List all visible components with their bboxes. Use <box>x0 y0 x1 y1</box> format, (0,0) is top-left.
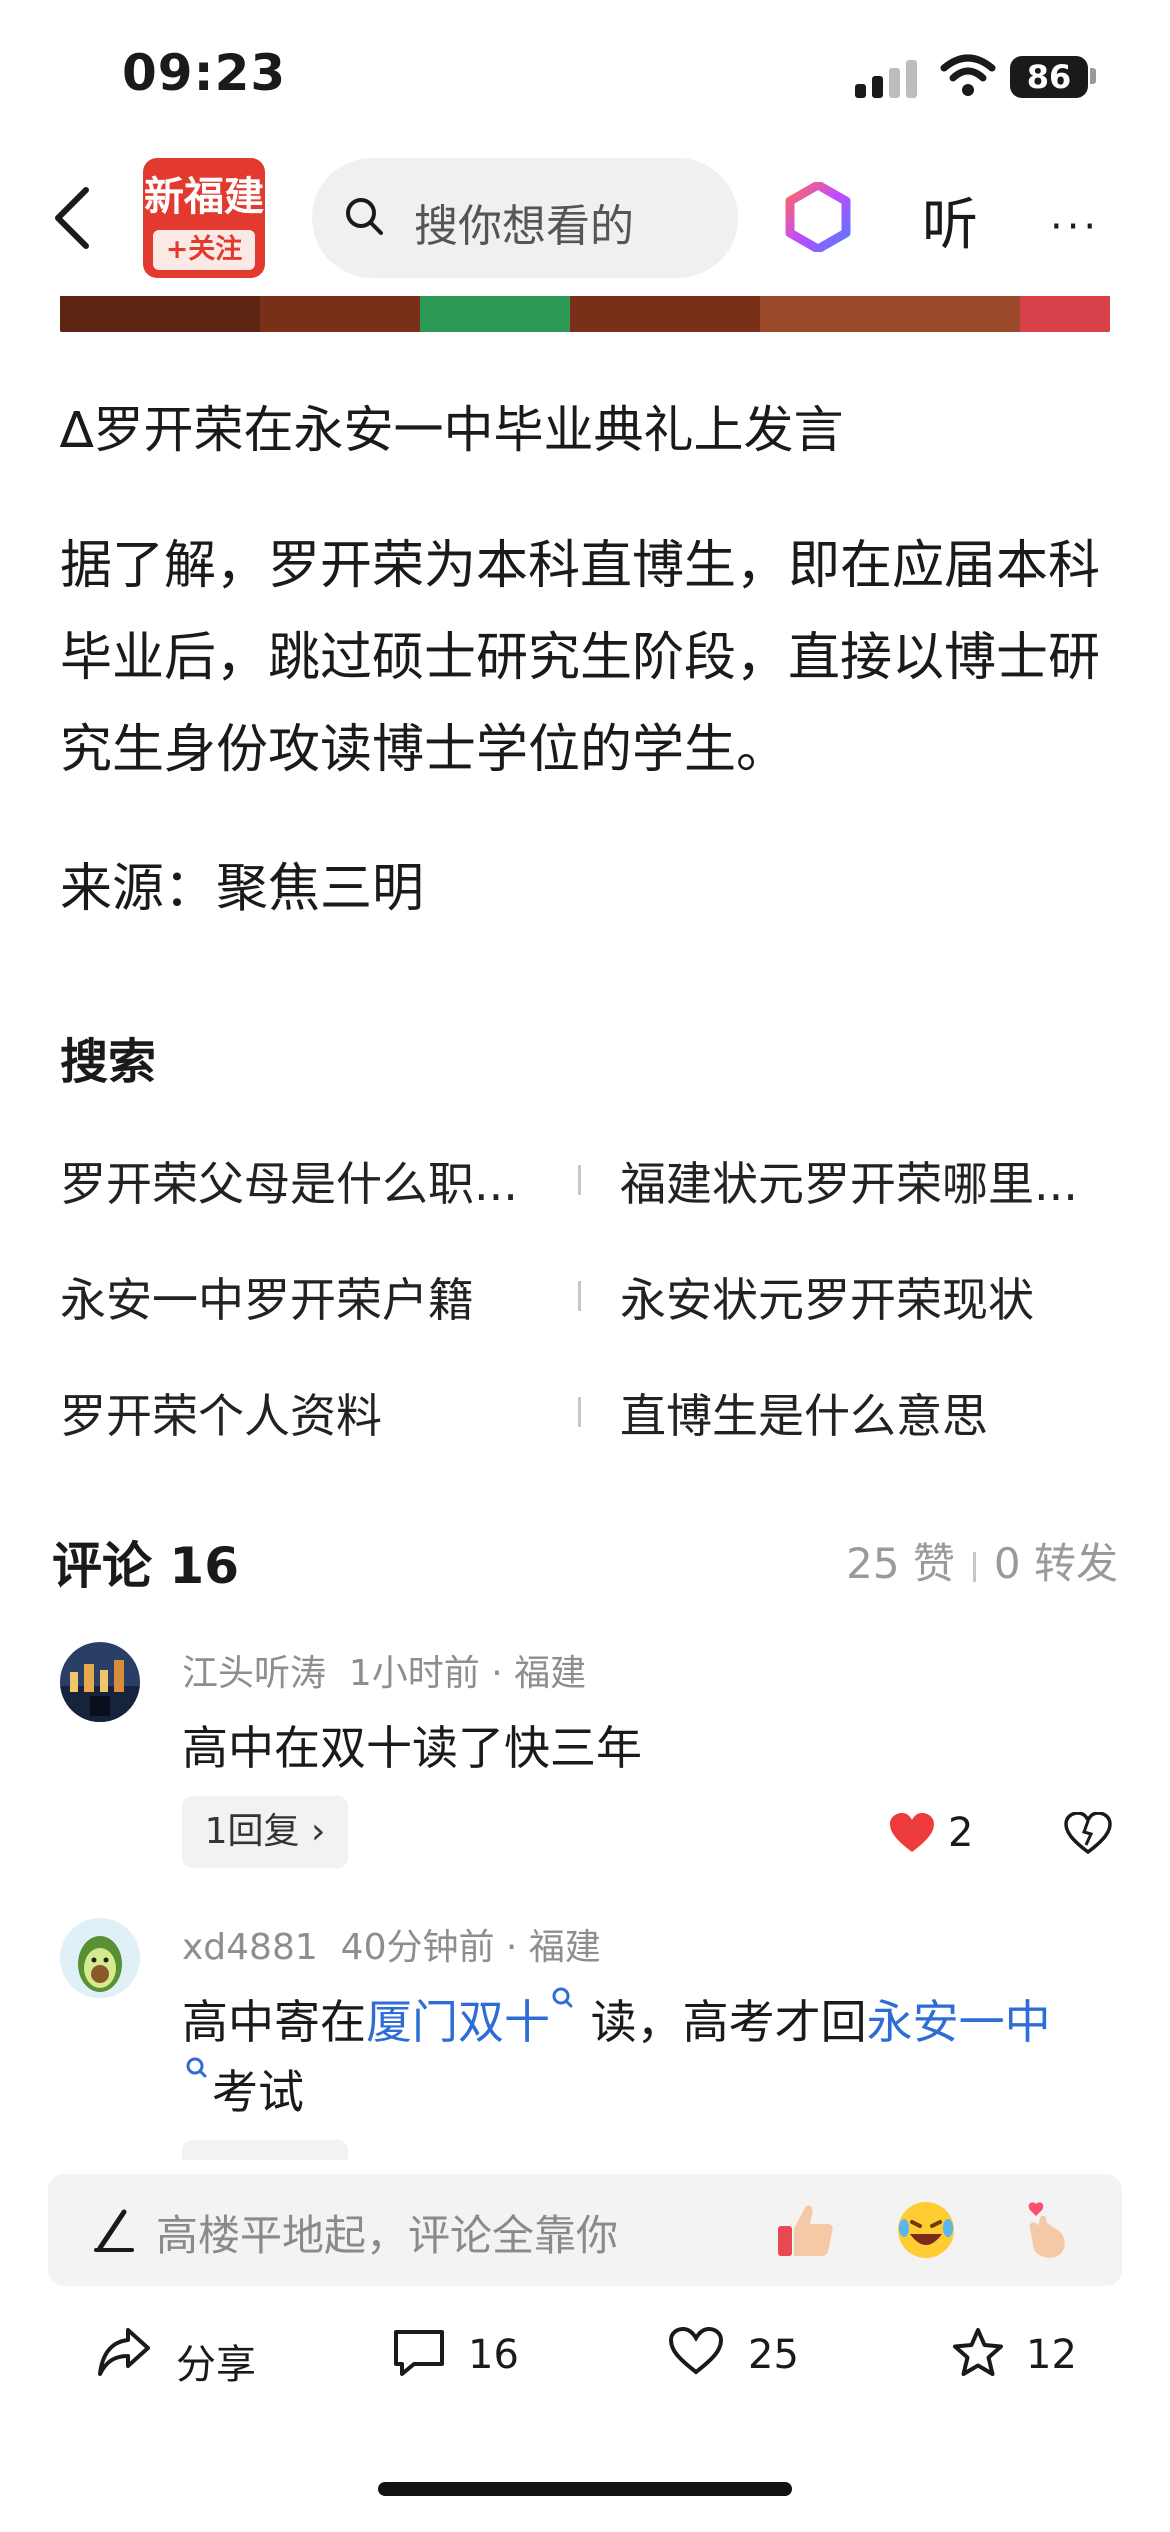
listen-button[interactable]: 听 <box>922 180 978 261</box>
search-link[interactable]: 厦门双十 <box>366 1995 550 2049</box>
favorite-button[interactable]: 12 <box>950 2322 1090 2394</box>
search-suggestion[interactable]: 永安状元罗开荣现状 <box>620 1264 1034 1330</box>
article-source: 来源：聚焦三明 <box>60 859 425 919</box>
share-button[interactable]: 分享 <box>96 2322 266 2394</box>
comment-meta: 江头听涛 1小时前 · 福建 <box>182 1644 586 1696</box>
divider <box>972 1551 976 1582</box>
search-suggestion[interactable]: 罗开荣个人资料 <box>60 1380 382 1446</box>
avatar[interactable] <box>60 1642 140 1722</box>
view-replies-button[interactable]: 1回复 › <box>182 1796 348 1868</box>
finger-heart-emoji-icon[interactable] <box>1014 2198 1078 2262</box>
comment-username[interactable]: xd4881 <box>182 1927 318 1968</box>
chevron-right-icon: › <box>299 1811 326 1852</box>
comment-text-part: 高中寄在 <box>182 1995 366 2049</box>
back-icon[interactable] <box>48 186 98 250</box>
comment-input-bar[interactable]: 高楼平地起，评论全靠你 <box>48 2174 1122 2286</box>
comment-meta: xd4881 40分钟前 · 福建 <box>182 1918 601 1970</box>
laughing-emoji-icon[interactable] <box>894 2198 958 2262</box>
search-suggestion[interactable]: 直博生是什么意思 <box>620 1380 988 1446</box>
publisher-logo[interactable]: 新福建 +关注 <box>143 158 265 278</box>
likes-count: 25 <box>748 2332 799 2378</box>
comments-title: 评论 16 <box>52 1537 239 1595</box>
like-button[interactable]: 25 <box>668 2322 808 2394</box>
search-suggestion[interactable]: 永安一中罗开荣户籍 <box>60 1264 474 1330</box>
comment-username[interactable]: 江头听涛 <box>182 1653 326 1694</box>
comment-text: 考试 <box>182 2056 304 2122</box>
share-icon <box>98 2328 150 2376</box>
comments-button[interactable]: 16 <box>392 2322 532 2394</box>
dislike-heart-icon[interactable] <box>1064 1812 1112 1854</box>
search-suggestion[interactable]: 罗开荣父母是什么职... <box>60 1148 518 1214</box>
avatar[interactable] <box>60 1918 140 1998</box>
comments-count: 16 <box>468 2332 519 2378</box>
heart-icon <box>668 2326 724 2375</box>
reply-count-label: 1回复 <box>204 1811 300 1852</box>
comment-input-placeholder: 高楼平地起，评论全靠你 <box>156 2211 619 2260</box>
article-paragraph: 据了解，罗开荣为本科直博生，即在应届本科毕业后，跳过硕士研究生阶段，直接以博士研… <box>60 536 1101 780</box>
pen-icon <box>94 2209 134 2252</box>
divider <box>578 1165 581 1195</box>
follow-button[interactable]: +关注 <box>153 230 255 270</box>
search-bar[interactable]: 搜你想看的 <box>312 158 738 278</box>
article-image <box>60 296 1110 332</box>
comment-time-location: 1小时前 · 福建 <box>348 1653 587 1694</box>
divider <box>578 1397 581 1427</box>
search-placeholder: 搜你想看的 <box>414 201 634 252</box>
wifi-icon <box>940 54 996 96</box>
search-section-title: 搜索 <box>60 1034 157 1090</box>
search-link-icon <box>186 2057 207 2078</box>
search-icon <box>346 198 383 235</box>
comment-bubble-icon <box>394 2330 444 2376</box>
ai-assistant-icon[interactable] <box>785 182 851 252</box>
home-indicator[interactable] <box>378 2482 792 2496</box>
comment-like-count: 2 <box>948 1810 974 1856</box>
comment-text: 高中寄在厦门双十 读，高考才回永安一中 <box>182 1986 1051 2052</box>
star-icon <box>953 2328 1003 2376</box>
avocado-avatar-icon <box>60 1918 140 1998</box>
heart-filled-icon[interactable] <box>888 1812 936 1854</box>
battery-indicator: 86 <box>1010 56 1088 98</box>
forwards-stat: 0 转发 <box>993 1539 1118 1588</box>
post-stats: 25 赞 0 转发 <box>846 1530 1118 1591</box>
battery-tip <box>1090 68 1096 84</box>
share-label: 分享 <box>176 2342 256 2388</box>
thumbs-up-emoji-icon[interactable] <box>774 2198 838 2262</box>
comment-text: 高中在双十读了快三年 <box>182 1721 642 1775</box>
comment-text-part: 考试 <box>212 2065 304 2119</box>
search-suggestion[interactable]: 福建状元罗开荣哪里... <box>620 1148 1078 1214</box>
status-time: 09:23 <box>122 44 287 102</box>
search-link[interactable]: 永安一中 <box>867 1995 1051 2049</box>
search-link-icon <box>552 1987 573 2008</box>
image-caption: ∆罗开荣在永安一中毕业典礼上发言 <box>60 401 844 459</box>
more-button[interactable]: ··· <box>1050 204 1100 250</box>
view-replies-button[interactable] <box>182 2140 348 2160</box>
divider <box>578 1281 581 1311</box>
favorites-count: 12 <box>1026 2332 1077 2378</box>
logo-text: 新福建 <box>144 173 264 220</box>
city-avatar-icon <box>60 1642 140 1722</box>
likes-stat: 25 赞 <box>846 1539 955 1588</box>
comment-text-part: 读，高考才回 <box>576 1995 867 2049</box>
signal-icon <box>855 58 919 98</box>
comment-time-location: 40分钟前 · 福建 <box>340 1927 601 1968</box>
